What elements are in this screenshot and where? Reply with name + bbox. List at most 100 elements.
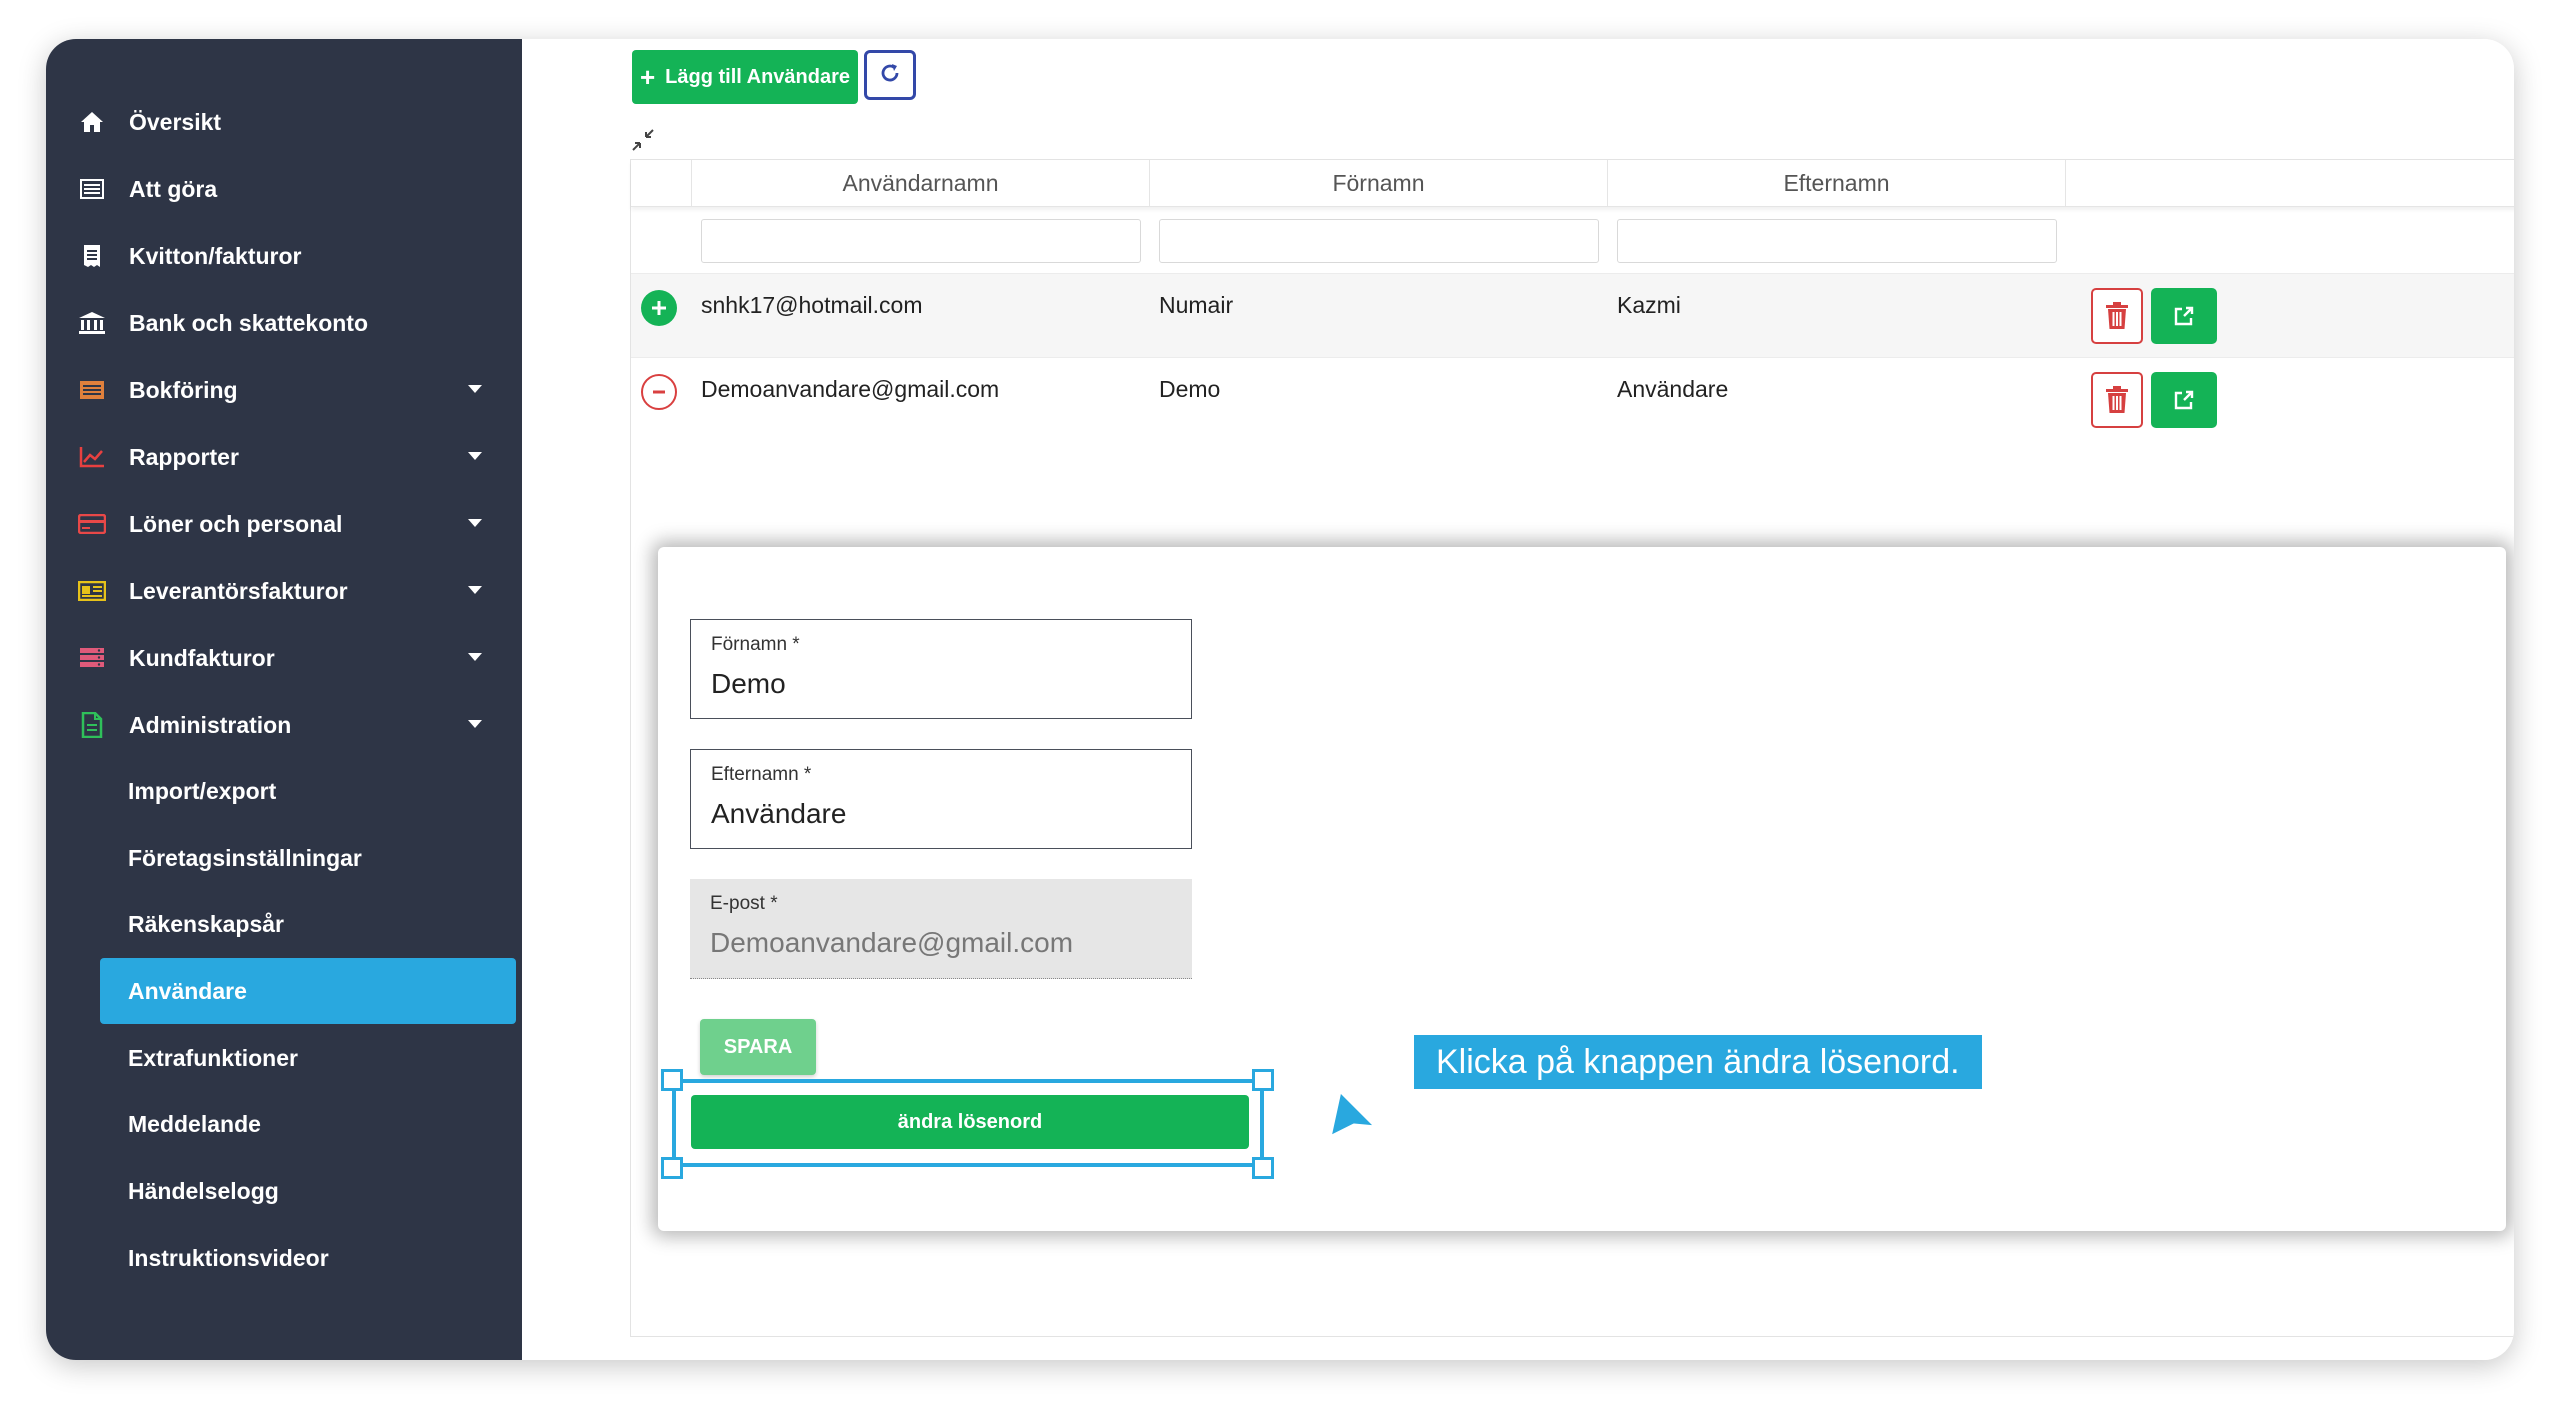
cell-first-name: Demo — [1159, 376, 1221, 402]
sidebar-subitem-handelselogg[interactable]: Händelselogg — [100, 1158, 516, 1224]
list-icon — [75, 172, 109, 206]
save-button[interactable]: SPARA — [700, 1019, 816, 1075]
collapse-icon[interactable] — [630, 127, 656, 153]
first-name-label: Förnamn * — [711, 634, 800, 655]
sidebar-subitem-instruktionsvideor[interactable]: Instruktionsvideor — [100, 1225, 516, 1291]
table-row[interactable]: snhk17@hotmail.com Numair Kazmi — [631, 273, 2514, 357]
chevron-down-icon — [468, 452, 482, 460]
chart-icon — [75, 440, 109, 474]
sidebar-subitem-label: Meddelande — [128, 1110, 261, 1137]
sidebar-item-label: Översikt — [129, 108, 222, 135]
first-name-value: Demo — [711, 668, 786, 699]
supplier-invoice-icon — [75, 574, 109, 608]
customer-invoice-icon — [75, 641, 109, 675]
email-label: E-post * — [710, 893, 778, 914]
home-icon — [75, 105, 109, 139]
minus-icon — [653, 390, 665, 394]
sidebar-subitem-label: Import/export — [128, 777, 277, 804]
sidebar-subitem-label: Händelselogg — [128, 1177, 279, 1204]
sidebar-subitem-foretagsinstallningar[interactable]: Företagsinställningar — [100, 825, 516, 891]
first-name-field[interactable]: Förnamn * Demo — [690, 619, 1192, 719]
sidebar-subitem-anvandare[interactable]: Användare — [100, 958, 516, 1024]
sidebar-subitem-meddelande[interactable]: Meddelande — [100, 1091, 516, 1157]
trash-icon — [2106, 386, 2128, 413]
chevron-down-icon — [468, 720, 482, 728]
sidebar-item-att-gora[interactable]: Att göra — [70, 156, 496, 222]
delete-user-button[interactable] — [2091, 372, 2143, 428]
cell-last-name: Kazmi — [1617, 292, 1681, 318]
sidebar-item-label: Bokföring — [129, 376, 238, 403]
sidebar-subitem-extrafunktioner[interactable]: Extrafunktioner — [100, 1025, 516, 1091]
username-filter-input[interactable] — [701, 219, 1141, 263]
column-header-last-name[interactable]: Efternamn — [1607, 160, 2065, 206]
user-edit-panel: Förnamn * Demo Efternamn * Användare E-p… — [658, 547, 2506, 1231]
email-field: E-post * Demoanvandare@gmail.com — [690, 879, 1192, 979]
sidebar-subitem-import-export[interactable]: Import/export — [100, 758, 516, 824]
table-header: Användarnamn Förnamn Efternamn — [631, 160, 2514, 207]
email-value: Demoanvandare@gmail.com — [710, 927, 1074, 958]
last-name-field[interactable]: Efternamn * Användare — [690, 749, 1192, 849]
table-row[interactable]: Demoanvandare@gmail.com Demo Användare — [631, 357, 2514, 441]
refresh-icon — [878, 61, 902, 90]
last-name-filter-input[interactable] — [1617, 219, 2057, 263]
sidebar-item-label: Att göra — [129, 175, 218, 202]
open-user-button[interactable] — [2151, 372, 2217, 428]
sidebar-subitem-label: Instruktionsvideor — [128, 1244, 329, 1271]
plus-icon: + — [639, 62, 656, 92]
external-link-icon — [2174, 306, 2194, 326]
last-name-label: Efternamn * — [711, 764, 812, 785]
last-name-value: Användare — [711, 798, 847, 829]
highlight-box — [672, 1079, 1264, 1167]
instruction-tooltip: Klicka på knappen ändra lösenord. — [1414, 1035, 1982, 1089]
cell-first-name: Numair — [1159, 292, 1234, 318]
chevron-down-icon — [468, 653, 482, 661]
add-user-button[interactable]: + Lägg till Användare — [632, 50, 858, 104]
sidebar: Översikt Att göra Kvitton/fakturor Bank … — [46, 39, 522, 1360]
sidebar-subitem-label: Användare — [128, 977, 247, 1004]
main-content: + Lägg till Användare Användarnamn Förna… — [522, 39, 2514, 1360]
filter-row — [631, 207, 2514, 273]
ledger-icon — [75, 373, 109, 407]
bank-icon — [75, 306, 109, 340]
column-header-username[interactable]: Användarnamn — [691, 160, 1149, 206]
open-user-button[interactable] — [2151, 288, 2217, 344]
sidebar-item-label: Rapporter — [129, 443, 239, 470]
sidebar-item-label: Bank och skattekonto — [129, 309, 368, 336]
column-header-first-name[interactable]: Förnamn — [1149, 160, 1607, 206]
sidebar-item-loner[interactable]: Löner och personal — [70, 491, 496, 557]
sidebar-item-leverantorsfakturor[interactable]: Leverantörsfakturor — [70, 558, 496, 624]
chevron-down-icon — [468, 519, 482, 527]
sidebar-subitem-label: Räkenskapsår — [128, 910, 284, 937]
pointer-arrow-icon — [1328, 1089, 1378, 1139]
sidebar-subitem-label: Extrafunktioner — [128, 1044, 298, 1071]
sidebar-item-oversikt[interactable]: Översikt — [70, 89, 496, 155]
highlight-handle — [661, 1157, 683, 1179]
receipt-icon — [75, 239, 109, 273]
add-user-label: Lägg till Användare — [665, 65, 851, 88]
sidebar-subitem-rakenskapsar[interactable]: Räkenskapsår — [100, 891, 516, 957]
refresh-button[interactable] — [864, 50, 916, 100]
highlight-handle — [1252, 1069, 1274, 1091]
collapse-row-button[interactable] — [641, 374, 677, 410]
sidebar-item-label: Kvitton/fakturor — [129, 242, 302, 269]
trash-icon — [2106, 302, 2128, 329]
expand-row-button[interactable] — [641, 290, 677, 326]
sidebar-item-administration[interactable]: Administration — [70, 692, 496, 758]
plus-icon — [652, 301, 666, 315]
chevron-down-icon — [468, 385, 482, 393]
sidebar-item-rapporter[interactable]: Rapporter — [70, 424, 496, 490]
sidebar-item-label: Kundfakturor — [129, 644, 275, 671]
sidebar-item-bokforing[interactable]: Bokföring — [70, 357, 496, 423]
card-icon — [75, 507, 109, 541]
admin-file-icon — [75, 708, 109, 742]
external-link-icon — [2174, 390, 2194, 410]
sidebar-subitem-label: Företagsinställningar — [128, 844, 362, 871]
first-name-filter-input[interactable] — [1159, 219, 1599, 263]
delete-user-button[interactable] — [2091, 288, 2143, 344]
sidebar-item-bank[interactable]: Bank och skattekonto — [70, 290, 496, 356]
sidebar-item-kvitton[interactable]: Kvitton/fakturor — [70, 223, 496, 289]
cell-last-name: Användare — [1617, 376, 1729, 402]
app-window: Översikt Att göra Kvitton/fakturor Bank … — [46, 39, 2514, 1360]
sidebar-item-kundfakturor[interactable]: Kundfakturor — [70, 625, 496, 691]
cell-username: snhk17@hotmail.com — [701, 292, 923, 318]
